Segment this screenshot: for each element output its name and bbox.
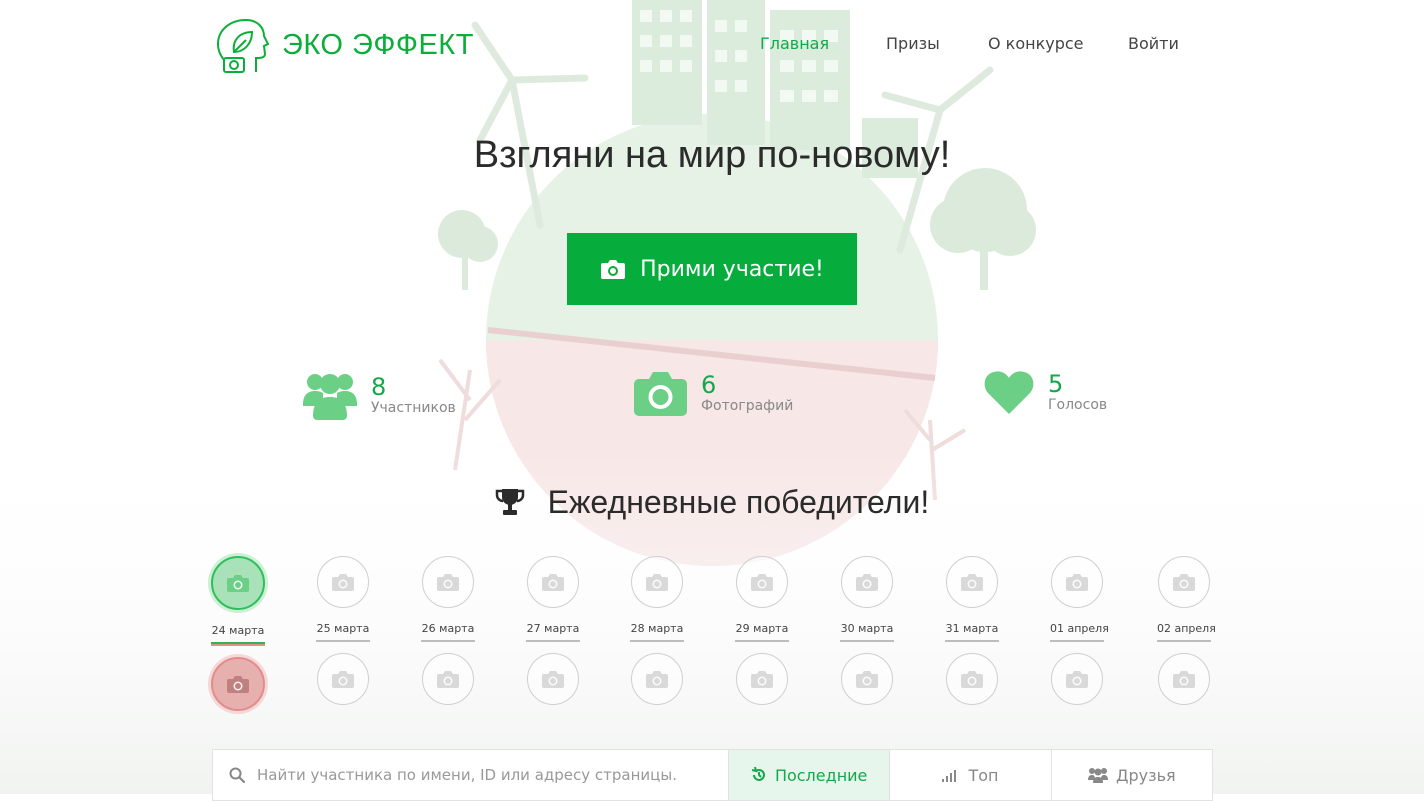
winner-day-column: 01 апреля	[1050, 556, 1109, 705]
participate-label: Прими участие!	[640, 256, 824, 282]
camera-placeholder-icon	[961, 574, 983, 591]
winner-day-slot[interactable]	[317, 556, 369, 608]
winner-day-slot[interactable]	[422, 556, 474, 608]
winner-day-column: 31 марта	[945, 556, 999, 705]
camera-placeholder-icon	[437, 574, 459, 591]
loser-day-slot[interactable]	[211, 657, 265, 711]
winner-day-date: 31 марта	[945, 622, 999, 635]
winner-day-slot[interactable]	[1158, 556, 1210, 608]
camera-placeholder-icon	[1173, 671, 1195, 688]
winner-day-slot[interactable]	[527, 556, 579, 608]
winner-day-date: 25 марта	[316, 622, 370, 635]
stat-participants: 8 Участников	[303, 370, 456, 420]
winner-day-slot[interactable]	[631, 556, 683, 608]
camera-placeholder-icon	[856, 671, 878, 688]
search-icon	[229, 767, 245, 783]
loser-day-slot[interactable]	[841, 653, 893, 705]
winner-day-column: 27 марта	[526, 556, 580, 705]
camera-placeholder-icon	[646, 671, 668, 688]
camera-placeholder-icon	[332, 574, 354, 591]
winner-day-slot[interactable]	[946, 556, 998, 608]
participate-button[interactable]: Прими участие!	[567, 233, 857, 305]
tab-latest[interactable]: Последние	[729, 750, 891, 800]
daily-winners-heading: Ежедневные победители!	[0, 484, 1424, 521]
nav-item-login[interactable]: Войти	[1128, 34, 1179, 53]
tab-top[interactable]: Топ	[890, 750, 1052, 800]
loser-day-slot[interactable]	[736, 653, 788, 705]
winner-day-column: 30 марта	[840, 556, 894, 705]
tab-latest-label: Последние	[774, 765, 868, 785]
search-input[interactable]	[255, 765, 679, 785]
camera-placeholder-icon	[542, 671, 564, 688]
camera-placeholder-icon	[751, 671, 773, 688]
daily-winners-title: Ежедневные победители!	[547, 484, 930, 520]
users-icon	[303, 374, 357, 420]
winner-day-column: 26 марта	[421, 556, 475, 705]
camera-placeholder-icon	[751, 574, 773, 591]
winner-day-date: 26 марта	[421, 622, 475, 635]
tab-top-label: Топ	[968, 765, 999, 785]
stat-votes: 5 Голосов	[984, 370, 1107, 414]
winner-day-date: 24 марта	[211, 624, 265, 637]
camera-placeholder-icon	[646, 574, 668, 591]
winner-day-column: 25 марта	[316, 556, 370, 705]
photos-label: Фотографий	[701, 398, 794, 414]
votes-label: Голосов	[1048, 397, 1108, 413]
camera-placeholder-icon	[437, 671, 459, 688]
leaf-head-logo-icon	[216, 19, 270, 73]
camera-icon	[634, 372, 687, 416]
photos-count: 6	[701, 371, 717, 399]
trophy-icon	[495, 489, 525, 515]
participants-toolbar: Последние Топ Друзья	[212, 749, 1213, 801]
participants-count: 8	[371, 373, 387, 401]
camera-placeholder-icon	[1066, 671, 1088, 688]
camera-placeholder-icon	[961, 671, 983, 688]
nav-item-prizes[interactable]: Призы	[886, 34, 940, 53]
winner-day-column: 28 марта	[630, 556, 684, 705]
winner-day-slot[interactable]	[211, 556, 265, 610]
history-icon	[751, 767, 765, 781]
site-logo[interactable]: ЭКО ЭФФЕКТ	[212, 16, 474, 74]
winner-day-slot[interactable]	[736, 556, 788, 608]
winner-day-date: 28 марта	[630, 622, 684, 635]
loser-day-slot[interactable]	[1051, 653, 1103, 705]
winner-day-date: 27 марта	[526, 622, 580, 635]
camera-placeholder-icon	[332, 671, 354, 688]
loser-day-slot[interactable]	[527, 653, 579, 705]
camera-placeholder-icon	[856, 574, 878, 591]
loser-day-slot[interactable]	[422, 653, 474, 705]
hero-title: Взгляни на мир по-новому!	[473, 134, 951, 176]
brand-name: ЭКО ЭФФЕКТ	[282, 28, 474, 61]
camera-placeholder-icon	[227, 676, 249, 693]
camera-placeholder-icon	[1066, 574, 1088, 591]
participants-label: Участников	[371, 400, 456, 416]
camera-placeholder-icon	[227, 575, 249, 592]
winner-day-column: 24 марта	[211, 556, 265, 711]
nav-item-about[interactable]: О конкурсе	[988, 34, 1084, 53]
camera-icon	[601, 260, 626, 279]
signal-bars-icon	[942, 770, 957, 782]
search-box	[213, 750, 729, 800]
winner-day-column: 02 апреля	[1157, 556, 1216, 705]
heart-icon	[984, 371, 1034, 414]
loser-day-slot[interactable]	[631, 653, 683, 705]
camera-placeholder-icon	[542, 574, 564, 591]
winner-day-date: 29 марта	[735, 622, 789, 635]
users-icon	[1087, 768, 1108, 783]
winner-day-date: 02 апреля	[1157, 622, 1216, 635]
loser-day-slot[interactable]	[317, 653, 369, 705]
tab-friends[interactable]: Друзья	[1052, 750, 1212, 800]
nav-item-home[interactable]: Главная	[760, 34, 829, 53]
winner-day-slot[interactable]	[841, 556, 893, 608]
winner-day-date: 01 апреля	[1050, 622, 1109, 635]
winner-day-column: 29 марта	[735, 556, 789, 705]
loser-day-slot[interactable]	[1158, 653, 1210, 705]
loser-day-slot[interactable]	[946, 653, 998, 705]
stat-photos: 6 Фотографий	[634, 370, 793, 416]
votes-count: 5	[1048, 370, 1064, 398]
winner-day-slot[interactable]	[1051, 556, 1103, 608]
winner-day-date: 30 марта	[840, 622, 894, 635]
tab-friends-label: Друзья	[1115, 765, 1176, 785]
camera-placeholder-icon	[1173, 574, 1195, 591]
